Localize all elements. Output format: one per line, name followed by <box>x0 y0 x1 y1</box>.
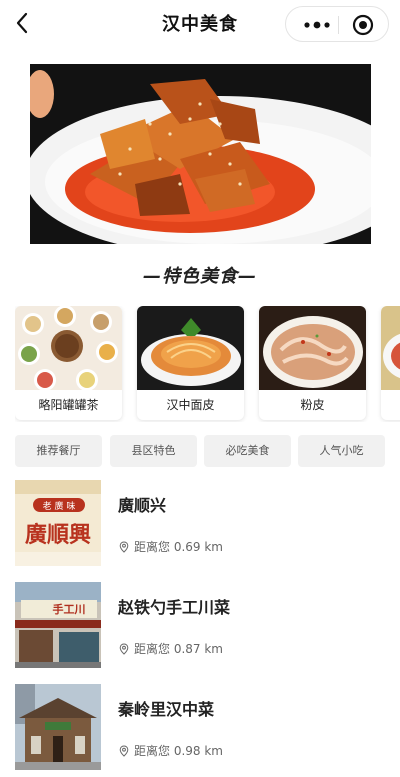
food-card-fenpi[interactable]: 粉皮 <box>259 306 366 420</box>
restaurant-photo: 手工川 <box>15 582 101 668</box>
more-options-icon[interactable] <box>302 17 332 33</box>
food-card-hanzhong-noodles[interactable]: 汉中面皮 <box>137 306 244 420</box>
food-thumbnail <box>137 306 244 390</box>
tag-county-specialties[interactable]: 县区特色 <box>110 435 197 467</box>
navigation-bar: 汉中美食 <box>0 0 400 48</box>
category-tags: 推荐餐厅 县区特色 必吃美食 人气小吃 <box>15 435 400 467</box>
hero-banner-image[interactable] <box>30 64 371 244</box>
list-item[interactable]: 老 廣 味 廣順興 廣顺兴 距离您 0.69 km <box>0 480 400 570</box>
food-card-label: 略阳罐罐茶 <box>38 398 99 412</box>
food-card-lueyang-tea[interactable]: 略阳罐罐茶 <box>15 306 122 420</box>
sign-main-text: 手工川 <box>53 602 86 616</box>
food-thumbnail <box>381 306 400 390</box>
restaurant-distance: 距离您 0.87 km <box>118 640 223 657</box>
location-pin-icon <box>119 540 129 553</box>
sign-small-text: 老 廣 味 <box>43 500 76 512</box>
food-card-partial[interactable] <box>381 306 400 420</box>
tag-popular-snacks[interactable]: 人气小吃 <box>298 435 385 467</box>
location-pin-icon <box>119 642 129 655</box>
restaurant-distance: 距离您 0.69 km <box>118 538 223 555</box>
list-item[interactable]: 手工川 赵铁勺手工川菜 距离您 0.87 km <box>0 582 400 672</box>
section-title: —特色美食— <box>143 266 257 287</box>
food-card-label: 汉中面皮 <box>166 398 215 412</box>
restaurant-photo: 老 廣 味 廣順興 <box>15 480 101 566</box>
restaurant-name: 廣顺兴 <box>118 496 167 515</box>
distance-text: 距离您 0.87 km <box>134 642 223 656</box>
restaurant-name: 秦岭里汉中菜 <box>118 700 215 719</box>
restaurant-distance: 距离您 0.98 km <box>118 742 223 759</box>
tag-must-eat[interactable]: 必吃美食 <box>204 435 291 467</box>
dish-photo-illustration <box>30 64 371 244</box>
featured-food-carousel[interactable]: 略阳罐罐茶 汉中面皮 粉皮 <box>15 306 400 422</box>
close-mini-program-icon[interactable] <box>352 14 374 36</box>
restaurant-name: 赵铁勺手工川菜 <box>118 598 231 617</box>
restaurant-photo <box>15 684 101 770</box>
food-thumbnail <box>15 306 122 390</box>
distance-text: 距离您 0.69 km <box>134 540 223 554</box>
sign-main-text: 廣順興 <box>25 522 91 548</box>
tag-recommended-restaurants[interactable]: 推荐餐厅 <box>15 435 102 467</box>
location-pin-icon <box>119 744 129 757</box>
food-card-label: 粉皮 <box>300 398 325 412</box>
mini-program-capsule <box>285 6 389 42</box>
food-thumbnail <box>259 306 366 390</box>
distance-text: 距离您 0.98 km <box>134 744 223 758</box>
capsule-divider <box>338 16 339 34</box>
list-item[interactable]: 秦岭里汉中菜 距离您 0.98 km <box>0 684 400 774</box>
